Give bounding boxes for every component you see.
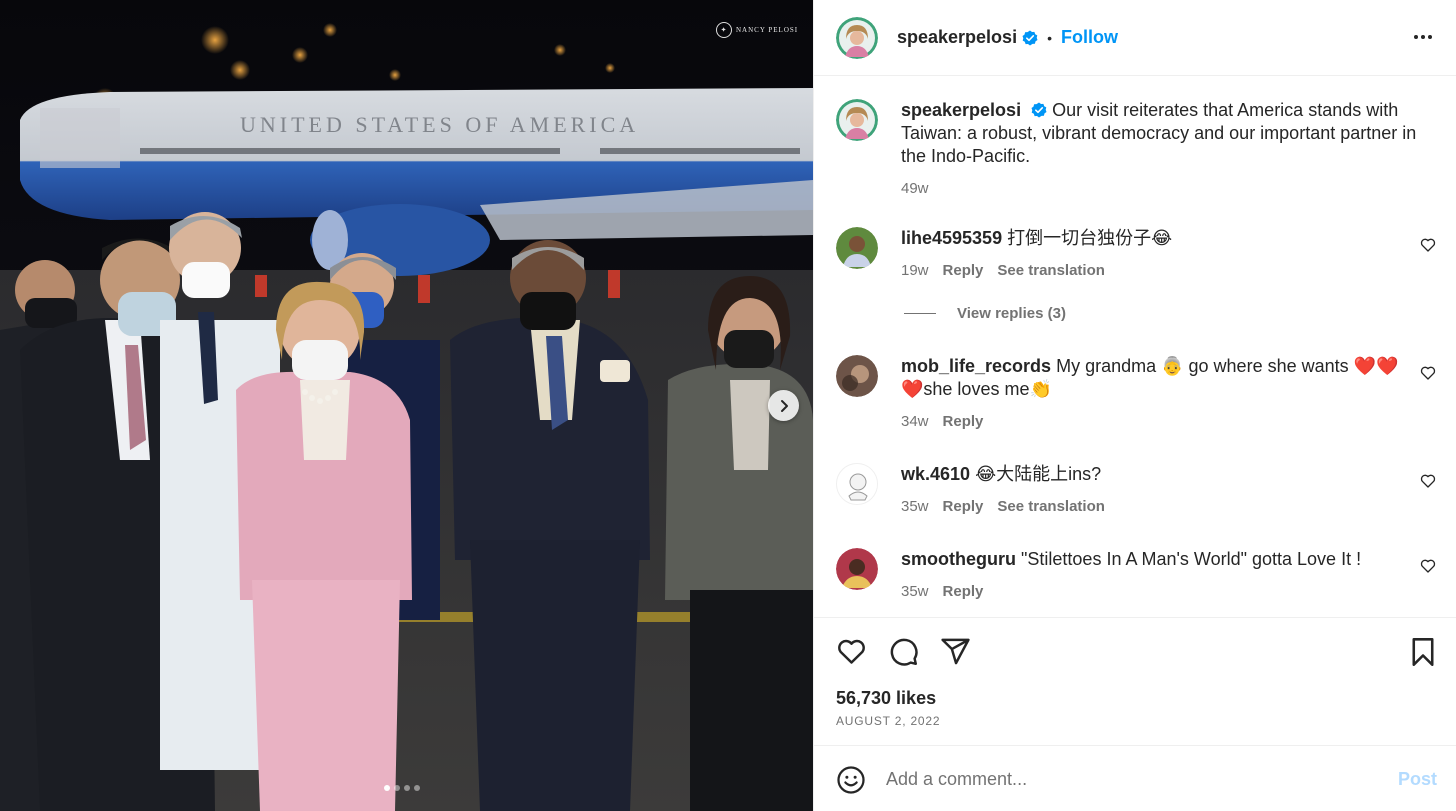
share-icon (941, 638, 970, 665)
avatar-image (836, 355, 878, 397)
caption-username[interactable]: speakerpelosi (901, 100, 1021, 120)
avatar[interactable] (836, 16, 878, 59)
smile-icon (837, 766, 865, 794)
view-replies-button[interactable]: View replies (3) (904, 305, 1066, 322)
like-comment-button[interactable] (1420, 473, 1436, 494)
watermark: ✦ NANCY PELOSI (716, 22, 798, 38)
avatar-image (837, 464, 877, 504)
reply-button[interactable]: Reply (943, 410, 984, 433)
verified-icon (1022, 30, 1038, 45)
heart-icon (1420, 559, 1436, 573)
carousel-indicator (384, 785, 420, 791)
like-comment-button[interactable] (1420, 365, 1436, 386)
reply-button[interactable]: Reply (943, 580, 984, 603)
avatar-image (836, 227, 878, 269)
bookmark-icon (1412, 638, 1434, 666)
avatar[interactable] (836, 548, 878, 590)
action-bar (836, 636, 971, 672)
comment-body: wk.4610 😂大陆能上ins? 35w Reply See translat… (901, 463, 1401, 518)
avatar[interactable] (836, 355, 878, 397)
carousel-next-button[interactable] (768, 390, 799, 421)
comments-list: speakerpelosi Our visit reiterates that … (814, 77, 1456, 617)
post-date: AUGUST 2, 2022 (836, 714, 941, 728)
carousel-dot (404, 785, 410, 791)
reply-button[interactable]: Reply (943, 259, 984, 282)
share-button[interactable] (940, 636, 971, 672)
heart-icon (1420, 366, 1436, 380)
comment-time: 35w (901, 498, 929, 515)
more-options-button[interactable] (1412, 26, 1434, 53)
see-translation-button[interactable]: See translation (997, 259, 1105, 282)
comment-text: "Stilettoes In A Man's World" gotta Love… (1021, 549, 1362, 569)
avatar-image (836, 99, 878, 141)
avatar[interactable] (836, 463, 878, 505)
comment-username[interactable]: lihe4595359 (901, 228, 1002, 248)
comment-time: 34w (901, 413, 929, 430)
caption-body: speakerpelosi Our visit reiterates that … (901, 99, 1421, 200)
post-image: UNITED STATES OF AMERICA (0, 0, 813, 811)
follow-button[interactable]: Follow (1061, 27, 1118, 48)
comment-time: 35w (901, 583, 929, 600)
comment-body: lihe4595359 打倒一切台独份子😂 19w Reply See tran… (901, 227, 1401, 282)
comment-item: lihe4595359 打倒一切台独份子😂 19w Reply See tran… (836, 227, 1436, 287)
comment-meta: 34w Reply (901, 410, 1401, 433)
heart-icon (1420, 474, 1436, 488)
header-username[interactable]: speakerpelosi (897, 27, 1017, 48)
post-info-panel: speakerpelosi • Follow speakerpelosi Our… (813, 0, 1456, 811)
save-button[interactable] (1409, 637, 1437, 672)
comment-meta: 35w Reply (901, 580, 1401, 603)
comment-icon (890, 638, 918, 666)
comment-item: smootheguru "Stilettoes In A Man's World… (836, 548, 1436, 608)
view-replies-label: View replies (3) (957, 305, 1066, 322)
comment-text: 😂大陆能上ins? (975, 464, 1102, 484)
comment-username[interactable]: wk.4610 (901, 464, 970, 484)
separator-dot: • (1047, 29, 1052, 46)
more-horizontal-icon (1414, 35, 1432, 39)
comment-input[interactable] (886, 764, 1366, 794)
caption: speakerpelosi Our visit reiterates that … (836, 99, 1436, 199)
chevron-right-icon (780, 399, 788, 412)
plane-lettering: UNITED STATES OF AMERICA (240, 112, 639, 137)
comment-item: wk.4610 😂大陆能上ins? 35w Reply See translat… (836, 463, 1436, 523)
comment-username[interactable]: smootheguru (901, 549, 1016, 569)
like-comment-button[interactable] (1420, 237, 1436, 258)
emoji-button[interactable] (836, 765, 866, 800)
comment-body: smootheguru "Stilettoes In A Man's World… (901, 548, 1401, 603)
carousel-dot (384, 785, 390, 791)
add-comment-bar: Post (814, 745, 1456, 811)
avatar-image (836, 548, 878, 590)
post-header: speakerpelosi • Follow (814, 0, 1456, 76)
comment-button[interactable] (888, 636, 919, 672)
like-comment-button[interactable] (1420, 558, 1436, 579)
verified-icon (1031, 102, 1047, 118)
comment-body: mob_life_records My grandma 👵 go where s… (901, 355, 1401, 433)
seal-icon: ✦ (716, 22, 732, 38)
post-button[interactable]: Post (1398, 769, 1437, 790)
reply-button[interactable]: Reply (943, 495, 984, 518)
carousel-dot (394, 785, 400, 791)
watermark-text: NANCY PELOSI (736, 26, 799, 34)
comment-time: 19w (901, 262, 929, 279)
post-photo: UNITED STATES OF AMERICA ✦ NANCY PELOSI (0, 0, 813, 811)
comment-text: 打倒一切台独份子😂 (1007, 228, 1173, 248)
comment-username[interactable]: mob_life_records (901, 356, 1051, 376)
caption-time: 49w (901, 180, 929, 197)
divider (904, 313, 936, 314)
heart-icon (838, 639, 865, 664)
caption-meta: 49w (901, 177, 1421, 200)
likes-count[interactable]: 56,730 likes (836, 688, 936, 709)
avatar[interactable] (836, 99, 878, 141)
comment-item: mob_life_records My grandma 👵 go where s… (836, 355, 1436, 435)
heart-icon (1420, 238, 1436, 252)
see-translation-button[interactable]: See translation (997, 495, 1105, 518)
comment-meta: 35w Reply See translation (901, 495, 1401, 518)
carousel-dot (414, 785, 420, 791)
avatar[interactable] (836, 227, 878, 269)
comment-meta: 19w Reply See translation (901, 259, 1401, 282)
like-button[interactable] (836, 636, 867, 672)
post-actions: 56,730 likes AUGUST 2, 2022 (814, 617, 1456, 745)
avatar-image (836, 16, 878, 59)
